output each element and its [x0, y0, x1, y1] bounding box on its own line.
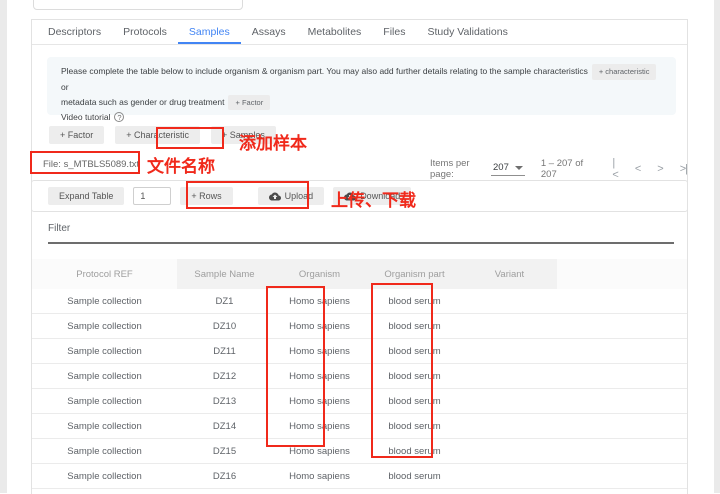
page-gutter-left	[0, 0, 7, 493]
study-samples-card: Descriptors Protocols Samples Assays Metabol…	[31, 19, 688, 494]
cell-variant	[462, 289, 557, 313]
cell-protocol-ref: Sample collection	[67, 295, 142, 307]
cell-sample-name: DZ11	[213, 345, 236, 357]
table-row[interactable]: Sample collection DZ14 Homo sapiens bloo…	[32, 414, 687, 439]
cell-filler	[557, 289, 687, 313]
cell-filler	[557, 389, 687, 413]
header-protocol-ref: Protocol REF	[32, 259, 177, 289]
cell-filler	[557, 339, 687, 363]
cell-sample-name: DZ15	[212, 445, 237, 457]
tab-files[interactable]: Files	[372, 20, 416, 44]
annotation-box-upload-download	[186, 181, 309, 209]
last-page-icon[interactable]: >|	[680, 163, 688, 175]
table-row[interactable]: Sample collection DZ12 Homo sapiens bloo…	[32, 364, 687, 389]
add-factor-button[interactable]: + Factor	[49, 126, 105, 144]
notice-line2: metadata such as gender or drug treatmen…	[61, 96, 225, 107]
samples-table: Protocol REF Sample Name Organism Organi…	[32, 259, 687, 489]
previous-page-icon[interactable]: <	[635, 163, 642, 175]
cell-variant	[462, 389, 557, 413]
annotation-text-add-samples: 添加样本	[239, 134, 307, 153]
header-variant: Variant	[494, 268, 525, 280]
cell-sample-name: DZ13	[212, 395, 237, 407]
tab-samples[interactable]: Samples	[178, 20, 241, 44]
cell-variant	[462, 364, 557, 388]
cell-variant	[462, 464, 557, 488]
items-per-page-select[interactable]: 207	[491, 162, 525, 176]
cell-filler	[557, 414, 687, 438]
add-factor-chip[interactable]: + Factor	[228, 94, 271, 111]
cell-sample-name: DZ1	[215, 295, 234, 307]
items-per-page-label: Items per page:	[430, 158, 470, 180]
cell-organism: Homo sapiens	[289, 470, 350, 482]
annotation-text-file-name: 文件名称	[147, 157, 215, 176]
paginator: Items per page: 207 1 – 207 of 207 |< < …	[430, 157, 688, 181]
annotation-box-file-name	[30, 151, 140, 174]
cell-protocol-ref: Sample collection	[67, 395, 142, 407]
cell-sample-name: DZ10	[212, 320, 237, 332]
cell-protocol-ref: Sample collection	[67, 370, 142, 382]
pagination-controls: |< < > >|	[612, 157, 688, 181]
annotation-box-organism-column	[266, 286, 325, 447]
filter-input[interactable]	[48, 242, 674, 244]
cell-filler	[557, 314, 687, 338]
table-header-row: Protocol REF Sample Name Organism Organi…	[32, 259, 687, 289]
add-characteristic-chip[interactable]: + characteristic	[591, 64, 657, 80]
tab-protocols[interactable]: Protocols	[112, 20, 178, 44]
expand-table-button[interactable]: Expand Table	[48, 187, 125, 205]
next-page-icon[interactable]: >	[657, 163, 664, 175]
tab-metabolites[interactable]: Metabolites	[297, 20, 373, 44]
cell-variant	[462, 414, 557, 438]
cropped-field-above	[33, 0, 243, 10]
first-page-icon[interactable]: |<	[612, 157, 619, 181]
cell-sample-name: DZ12	[212, 370, 237, 382]
filter-input-label: Filter	[48, 223, 71, 234]
table-row[interactable]: Sample collection DZ15 Homo sapiens bloo…	[32, 439, 687, 464]
video-tutorial-link[interactable]: Video tutorial	[61, 112, 110, 122]
header-filler	[557, 259, 687, 289]
tab-study-validations[interactable]: Study Validations	[416, 20, 518, 44]
annotation-text-upload-download: 上传、下载	[331, 191, 416, 210]
page-gutter-right	[714, 0, 720, 493]
dropdown-arrow-icon	[514, 165, 523, 170]
header-sample-name: Sample Name	[194, 268, 255, 280]
rows-count-input[interactable]	[133, 187, 172, 205]
cell-sample-name: DZ16	[212, 470, 237, 482]
cell-protocol-ref: Sample collection	[67, 470, 142, 482]
cell-variant	[462, 339, 557, 363]
table-row[interactable]: Sample collection DZ13 Homo sapiens bloo…	[32, 389, 687, 414]
cell-filler	[557, 364, 687, 388]
tab-descriptors[interactable]: Descriptors	[37, 20, 112, 44]
cell-organism-part: blood serum	[388, 470, 441, 482]
tab-bar: Descriptors Protocols Samples Assays Metabol…	[32, 20, 687, 45]
cell-filler	[557, 464, 687, 488]
table-row[interactable]: Sample collection DZ10 Homo sapiens bloo…	[32, 314, 687, 339]
notice-line1: Please complete the table below to inclu…	[61, 66, 588, 76]
cell-protocol-ref: Sample collection	[67, 345, 142, 357]
table-row[interactable]: Sample collection DZ16 Homo sapiens bloo…	[32, 464, 687, 489]
page-range-label: 1 – 207 of 207	[540, 158, 584, 180]
annotation-box-add-samples	[156, 127, 224, 149]
cell-protocol-ref: Sample collection	[67, 445, 142, 457]
info-notice: Please complete the table below to inclu…	[47, 57, 676, 123]
table-row[interactable]: Sample collection DZ1 Homo sapiens blood…	[32, 289, 687, 314]
annotation-box-organism-part-column	[371, 283, 433, 458]
table-row[interactable]: Sample collection DZ11 Homo sapiens bloo…	[32, 339, 687, 364]
cell-variant	[462, 439, 557, 463]
cell-sample-name: DZ14	[212, 420, 237, 432]
help-icon[interactable]: ?	[114, 112, 125, 123]
cell-filler	[557, 439, 687, 463]
table-body: Sample collection DZ1 Homo sapiens blood…	[32, 289, 687, 489]
header-organism: Organism	[298, 268, 341, 280]
tab-assays[interactable]: Assays	[241, 20, 297, 44]
cell-variant	[462, 314, 557, 338]
cell-protocol-ref: Sample collection	[67, 420, 142, 432]
cell-protocol-ref: Sample collection	[67, 320, 142, 332]
notice-or: or	[61, 81, 69, 92]
items-per-page-value: 207	[493, 162, 509, 173]
